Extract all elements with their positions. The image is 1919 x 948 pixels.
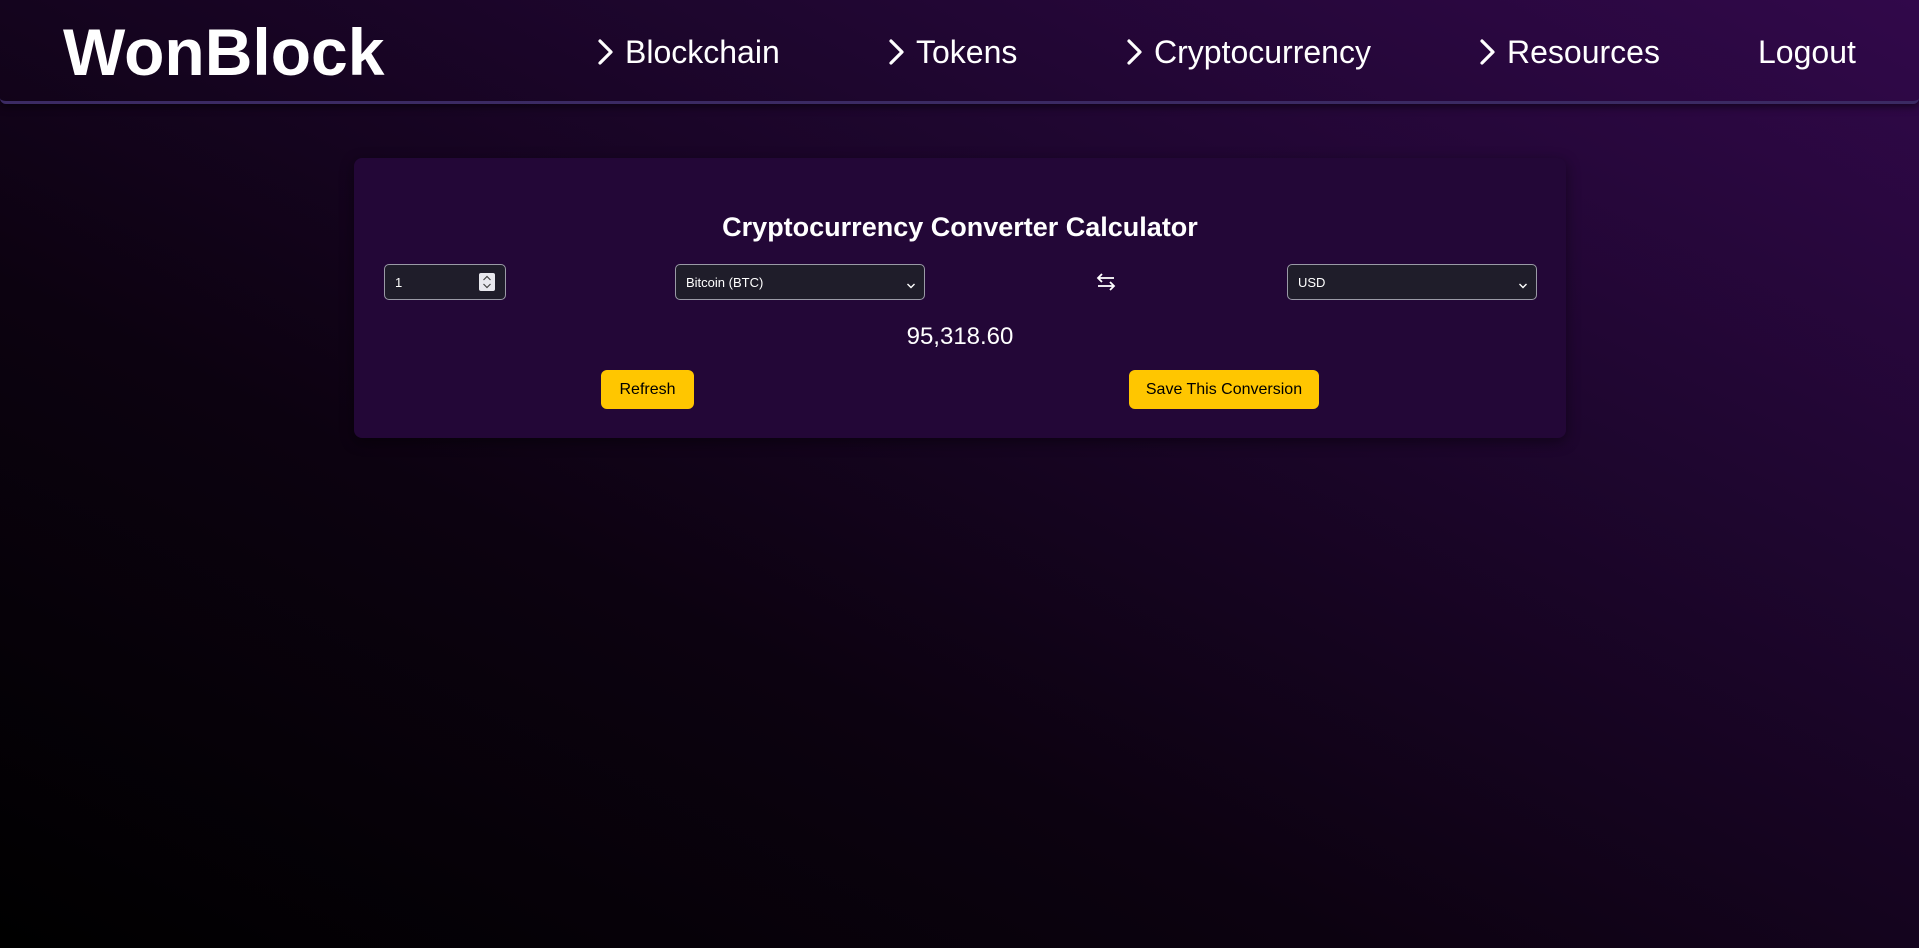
crypto-selected-value: Bitcoin (BTC) (686, 274, 764, 290)
number-stepper-icon[interactable] (479, 273, 495, 291)
currency-selected-value: USD (1298, 274, 1326, 290)
currency-select[interactable]: USD (1287, 264, 1537, 300)
converter-title: Cryptocurrency Converter Calculator (722, 212, 1198, 242)
nav-blockchain[interactable]: Blockchain (595, 32, 780, 72)
save-conversion-button[interactable]: Save This Conversion (1129, 370, 1319, 409)
swap-icon[interactable] (1094, 270, 1118, 294)
nav-tokens-label: Tokens (916, 33, 1018, 70)
nav-tokens[interactable]: Tokens (886, 32, 1017, 72)
nav-logout-label: Logout (1758, 33, 1856, 70)
nav-resources[interactable]: Resources (1477, 32, 1660, 72)
nav-logout[interactable]: Logout (1758, 32, 1856, 72)
nav-cryptocurrency-label: Cryptocurrency (1154, 33, 1371, 70)
chevron-right-icon (1124, 37, 1146, 67)
nav-blockchain-label: Blockchain (625, 33, 780, 70)
chevron-down-icon (1518, 278, 1528, 293)
conversion-result: 95,318.60 (906, 323, 1014, 350)
converter-card: Cryptocurrency Converter Calculator 1 Bi… (354, 158, 1566, 438)
chevron-right-icon (1477, 37, 1499, 67)
crypto-select[interactable]: Bitcoin (BTC) (675, 264, 925, 300)
chevron-right-icon (886, 37, 908, 67)
amount-value: 1 (395, 274, 403, 290)
brand-logo[interactable]: WonBlock (63, 14, 384, 90)
amount-input[interactable]: 1 (384, 264, 506, 300)
refresh-button[interactable]: Refresh (601, 370, 694, 409)
nav-cryptocurrency[interactable]: Cryptocurrency (1124, 32, 1371, 72)
nav-resources-label: Resources (1507, 33, 1660, 70)
chevron-down-icon (906, 278, 916, 293)
chevron-right-icon (595, 37, 617, 67)
top-navigation-bar: WonBlock Blockchain Tokens Cryptocurrenc… (0, 0, 1919, 104)
